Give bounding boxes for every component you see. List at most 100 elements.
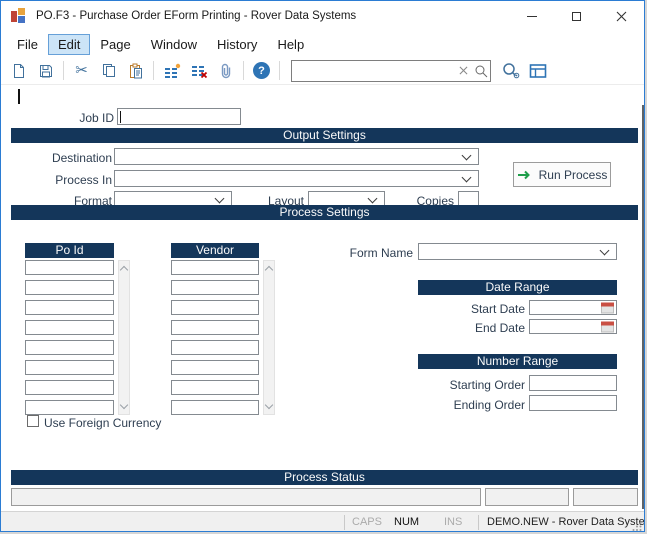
form-name-select[interactable] (418, 243, 617, 260)
close-button[interactable] (599, 1, 644, 31)
po-id-row-input[interactable] (25, 320, 114, 335)
save-icon (38, 63, 54, 79)
cut-button[interactable]: ✂ (69, 59, 94, 83)
titlebar: PO.F3 - Purchase Order EForm Printing - … (1, 1, 644, 31)
output-settings-header: Output Settings (11, 128, 638, 143)
window-layout-button[interactable] (525, 59, 550, 83)
calendar-icon[interactable] (601, 302, 614, 313)
menu-item-page[interactable]: Page (90, 34, 140, 55)
starting-order-input[interactable] (529, 375, 617, 391)
clear-search-icon (459, 66, 468, 75)
vendor-row-input[interactable] (171, 400, 259, 415)
scroll-down-icon[interactable] (265, 401, 273, 409)
po-id-row-input[interactable] (25, 280, 114, 295)
new-document-button[interactable] (6, 59, 31, 83)
statusbar-separator (344, 515, 345, 530)
ending-order-input[interactable] (529, 395, 617, 411)
vendor-list-header: Vendor (171, 243, 259, 258)
text-caret (18, 89, 20, 104)
run-process-button[interactable]: Run Process (513, 162, 611, 187)
process-status-field (573, 488, 638, 506)
clear-search-button[interactable] (454, 61, 472, 81)
form-right-border (642, 105, 644, 509)
start-date-label: Start Date (431, 302, 525, 316)
maximize-icon (572, 12, 581, 21)
vendor-row-input[interactable] (171, 380, 259, 395)
lookup-button[interactable] (498, 59, 523, 83)
search-box (291, 60, 491, 82)
session-context: DEMO.NEW - Rover Data Systems (487, 516, 645, 528)
add-rows-button[interactable] (159, 59, 184, 83)
vendor-row-input[interactable] (171, 340, 259, 355)
po-id-row-input[interactable] (25, 400, 114, 415)
job-id-caret (120, 111, 121, 123)
paste-icon (128, 63, 144, 79)
copy-button[interactable] (96, 59, 121, 83)
statusbar-separator (478, 515, 479, 530)
toolbar-separator (243, 61, 244, 80)
run-process-label: Run Process (539, 168, 608, 182)
vendor-row-input[interactable] (171, 360, 259, 375)
ending-order-label: Ending Order (411, 398, 525, 412)
vendor-row-input[interactable] (171, 320, 259, 335)
maximize-button[interactable] (554, 1, 599, 31)
run-arrow-icon (517, 169, 532, 181)
vendor-scrollbar[interactable] (263, 260, 275, 415)
vendor-row-input[interactable] (171, 300, 259, 315)
vendor-row-input[interactable] (171, 280, 259, 295)
resize-grip[interactable] (632, 521, 642, 531)
process-in-select[interactable] (114, 170, 479, 187)
scroll-up-icon[interactable] (265, 266, 273, 274)
window-layout-icon (529, 63, 547, 79)
minimize-button[interactable] (509, 1, 554, 31)
search-icon (474, 64, 488, 78)
app-window: PO.F3 - Purchase Order EForm Printing - … (0, 0, 645, 532)
po-id-row-input[interactable] (25, 260, 114, 275)
starting-order-label: Starting Order (411, 378, 525, 392)
process-in-label: Process In (21, 173, 112, 187)
scroll-down-icon[interactable] (120, 401, 128, 409)
search-input[interactable] (292, 62, 454, 80)
paste-button[interactable] (123, 59, 148, 83)
menu-item-history[interactable]: History (207, 34, 267, 55)
job-id-input[interactable] (117, 108, 241, 125)
save-button[interactable] (33, 59, 58, 83)
menu-item-help[interactable]: Help (267, 34, 314, 55)
po-id-scrollbar[interactable] (118, 260, 130, 415)
search-submit-button[interactable] (472, 61, 490, 81)
po-id-row-input[interactable] (25, 380, 114, 395)
use-foreign-currency-checkbox[interactable] (27, 415, 39, 427)
toolbar-separator (279, 61, 280, 80)
minimize-icon (527, 16, 537, 17)
toolbar-separator (63, 61, 64, 80)
add-rows-icon (163, 63, 181, 79)
menu-item-file[interactable]: File (7, 34, 48, 55)
help-icon: ? (253, 62, 270, 79)
ins-indicator: INS (444, 516, 462, 528)
po-id-row-input[interactable] (25, 300, 114, 315)
help-button[interactable]: ? (249, 59, 274, 83)
menu-item-edit[interactable]: Edit (48, 34, 90, 55)
new-document-icon (11, 63, 27, 79)
scroll-up-icon[interactable] (120, 266, 128, 274)
destination-label: Destination (21, 151, 112, 165)
num-indicator: NUM (394, 516, 419, 528)
delete-rows-button[interactable] (186, 59, 211, 83)
copy-icon (101, 63, 117, 79)
menubar: File Edit Page Window History Help (1, 31, 644, 57)
close-icon (616, 11, 627, 22)
form-name-label: Form Name (321, 246, 413, 260)
po-id-row-input[interactable] (25, 340, 114, 355)
destination-select[interactable] (114, 148, 479, 165)
vendor-row-input[interactable] (171, 260, 259, 275)
app-icon (11, 8, 27, 24)
cut-icon: ✂ (75, 63, 88, 78)
window-title: PO.F3 - Purchase Order EForm Printing - … (36, 10, 356, 22)
attachment-button[interactable] (213, 59, 238, 83)
process-status-header: Process Status (11, 470, 638, 485)
menu-item-window[interactable]: Window (141, 34, 207, 55)
use-foreign-currency-label: Use Foreign Currency (44, 416, 184, 430)
po-id-row-input[interactable] (25, 360, 114, 375)
toolbar-separator (153, 61, 154, 80)
calendar-icon[interactable] (601, 321, 614, 332)
